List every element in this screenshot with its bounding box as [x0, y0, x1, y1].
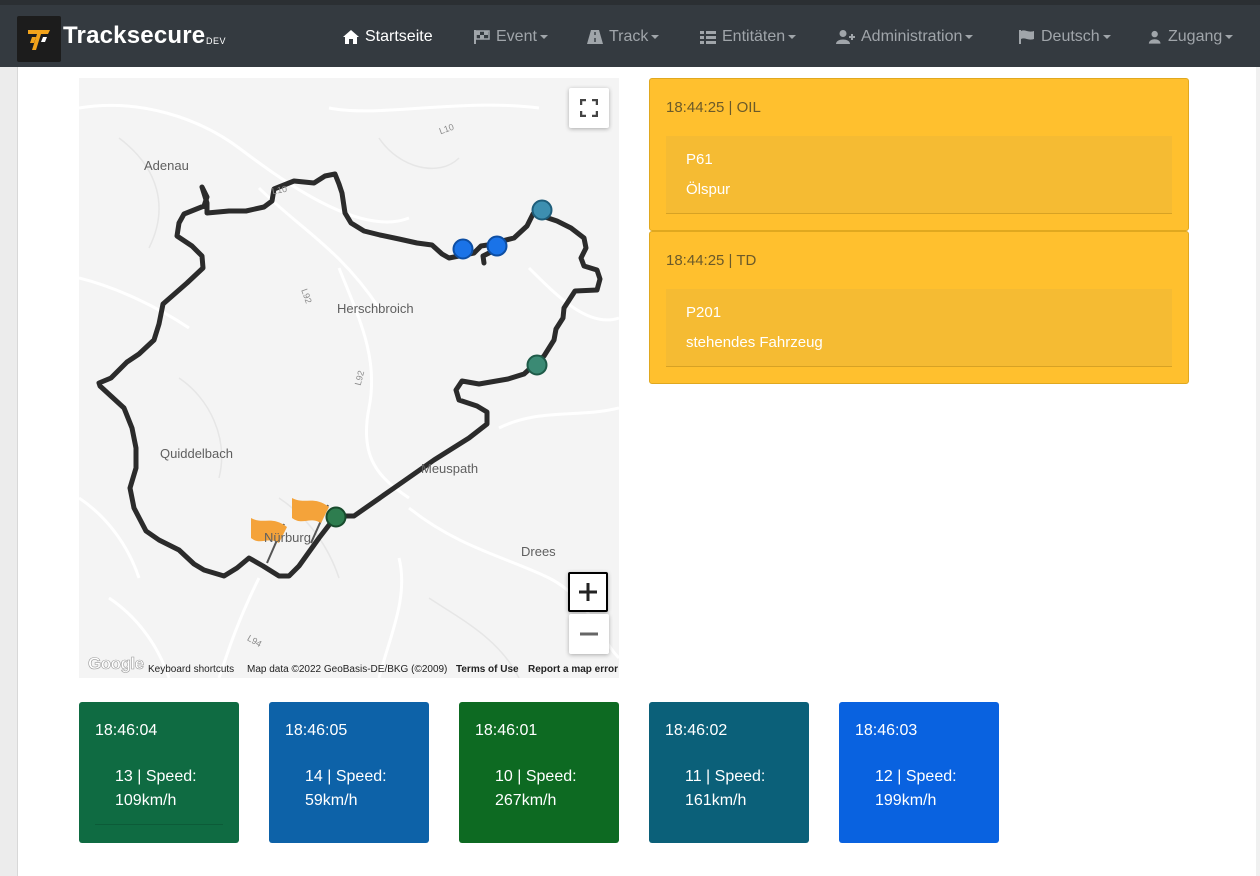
- nav-label: Event: [496, 28, 537, 45]
- page-scrollbar[interactable]: [1256, 67, 1260, 876]
- tile-speed: 199km/h: [875, 792, 937, 809]
- nav-track[interactable]: Track: [586, 26, 660, 48]
- nav-label: Zugang: [1168, 28, 1223, 45]
- tile-speed: 59km/h: [305, 792, 358, 809]
- nav-zugang[interactable]: Zugang: [1148, 26, 1234, 48]
- logo-icon: [28, 30, 50, 50]
- track-map[interactable]: Adenau Herschbroich Quiddelbach Meuspath…: [79, 78, 619, 678]
- vehicle-tile-11[interactable]: 18:46:02 11 | Speed: 161km/h: [649, 702, 809, 843]
- alert-card-td[interactable]: 18:44:25 | TD P201 stehendes Fahrzeug: [649, 231, 1189, 384]
- fullscreen-icon: [580, 99, 598, 117]
- tile-id-speed: 10 | Speed:: [495, 768, 577, 785]
- place-label: Herschbroich: [337, 301, 414, 316]
- checkered-flag-icon: [474, 30, 490, 44]
- tile-time: 18:46:04: [95, 722, 158, 739]
- fullscreen-button[interactable]: [569, 88, 609, 128]
- vehicle-marker-11[interactable]: [531, 199, 553, 221]
- list-icon: [700, 31, 716, 44]
- terms-link[interactable]: Terms of Use: [456, 664, 519, 675]
- chevron-down-icon: [788, 35, 797, 39]
- road-icon: [587, 30, 603, 44]
- tile-id-speed: 11 | Speed:: [685, 768, 766, 785]
- tile-time: 18:46:05: [285, 722, 348, 739]
- alert-description: stehendes Fahrzeug: [686, 334, 823, 351]
- zoom-out-button[interactable]: [569, 614, 609, 654]
- minus-icon: [580, 632, 598, 636]
- alert-header: 18:44:25 | OIL: [666, 99, 761, 116]
- nav-administration[interactable]: Administration: [836, 26, 974, 48]
- tile-time: 18:46:01: [475, 722, 538, 739]
- brand-logo[interactable]: [17, 16, 61, 62]
- user-plus-icon: [836, 30, 855, 44]
- place-label: Adenau: [144, 158, 189, 173]
- vehicle-tile-10[interactable]: 18:46:01 10 | Speed: 267km/h: [459, 702, 619, 843]
- keyboard-shortcuts-link[interactable]: Keyboard shortcuts: [148, 664, 234, 675]
- nav-label: Deutsch: [1041, 28, 1100, 45]
- vehicle-marker-10[interactable]: [325, 506, 347, 528]
- place-label: Drees: [521, 544, 556, 559]
- nav-entitaeten[interactable]: Entitäten: [699, 26, 797, 48]
- nav-startseite[interactable]: Startseite: [342, 26, 433, 48]
- tile-id-speed: 12 | Speed:: [875, 768, 957, 785]
- alert-body: P61 Ölspur: [666, 136, 1172, 214]
- vehicle-marker-13[interactable]: [526, 354, 548, 376]
- vehicle-tile-13[interactable]: 18:46:04 13 | Speed: 109km/h: [79, 702, 239, 843]
- navbar: Tracksecure DEV Startseite Event Track E…: [0, 0, 1260, 67]
- nav-event[interactable]: Event: [473, 26, 548, 48]
- nav-label: Track: [609, 28, 649, 45]
- vehicle-marker-14[interactable]: [452, 238, 474, 260]
- alert-header: 18:44:25 | TD: [666, 252, 757, 269]
- alert-description: Ölspur: [686, 181, 731, 198]
- chevron-down-icon: [1225, 35, 1234, 39]
- tile-time: 18:46:03: [855, 722, 918, 739]
- chevron-down-icon: [539, 35, 548, 39]
- user-icon: [1148, 30, 1161, 44]
- alert-code: P61: [686, 151, 713, 168]
- google-logo: Google: [88, 654, 145, 674]
- tile-speed: 161km/h: [685, 792, 747, 809]
- tile-id-speed: 13 | Speed:: [115, 768, 197, 785]
- vehicle-tile-12[interactable]: 18:46:03 12 | Speed: 199km/h: [839, 702, 999, 843]
- chevron-down-icon: [1102, 35, 1111, 39]
- tile-speed: 109km/h: [115, 792, 177, 809]
- tile-time: 18:46:02: [665, 722, 728, 739]
- map-roads: [79, 103, 619, 678]
- vehicle-marker-12[interactable]: [486, 235, 508, 257]
- nav-label: Startseite: [365, 28, 433, 45]
- nav-deutsch[interactable]: Deutsch: [1018, 26, 1111, 48]
- vehicle-tile-14[interactable]: 18:46:05 14 | Speed: 59km/h: [269, 702, 429, 843]
- brand-name[interactable]: Tracksecure: [63, 22, 205, 50]
- map-data-attribution: Map data ©2022 GeoBasis-DE/BKG (©2009): [247, 664, 448, 675]
- nav-label: Entitäten: [722, 28, 786, 45]
- chevron-down-icon: [965, 35, 974, 39]
- alert-body: P201 stehendes Fahrzeug: [666, 289, 1172, 367]
- place-label: Quiddelbach: [160, 446, 233, 461]
- alert-code: P201: [686, 304, 722, 321]
- place-label: Nürburg: [264, 530, 311, 545]
- place-label: Meuspath: [421, 461, 479, 476]
- zoom-in-button[interactable]: [568, 572, 608, 612]
- env-badge: DEV: [206, 36, 227, 46]
- alert-card-oil[interactable]: 18:44:25 | OIL P61 Ölspur: [649, 78, 1189, 231]
- track-route: [96, 171, 603, 579]
- flag-icon: [1019, 30, 1034, 44]
- tile-id-speed: 14 | Speed:: [305, 768, 387, 785]
- plus-icon: [579, 583, 597, 601]
- report-error-link[interactable]: Report a map error: [528, 664, 618, 675]
- nav-label: Administration: [861, 28, 963, 45]
- chevron-down-icon: [651, 35, 660, 39]
- divider: [95, 824, 223, 825]
- tile-speed: 267km/h: [495, 792, 557, 809]
- home-icon: [343, 30, 359, 44]
